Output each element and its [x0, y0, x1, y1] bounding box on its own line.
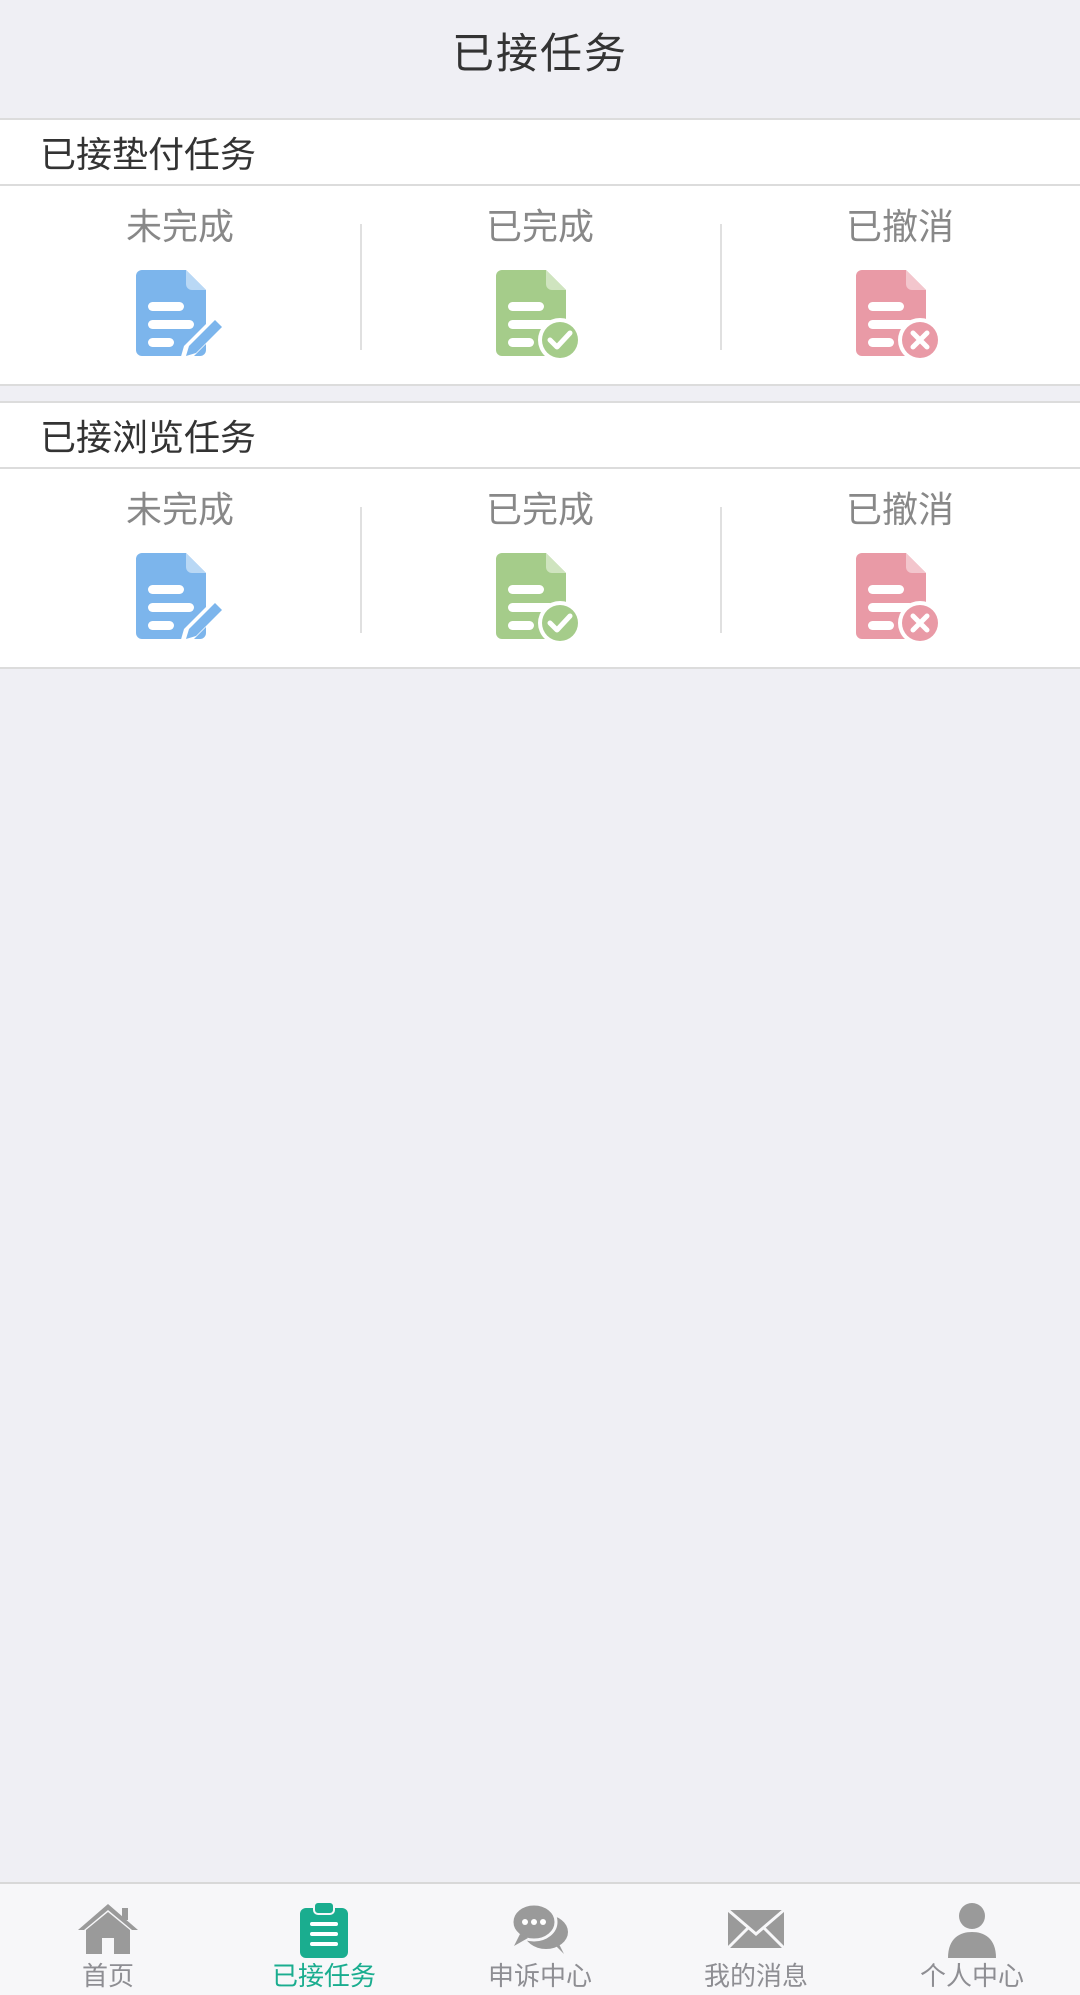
section-advance-tasks: 已接垫付任务 未完成 已完成 已撤消: [0, 118, 1080, 386]
tab-label: 我的消息: [703, 1962, 808, 1992]
tab-label: 首页: [81, 1962, 134, 1992]
status-label: 已撤消: [845, 207, 954, 248]
navigation-bar: 已接任务: [0, 0, 1080, 100]
bottom-tab-bar: 首页 已接任务 申诉中心 我的消息 个人中心: [0, 1882, 1080, 1995]
status-cell-incomplete[interactable]: 未完成: [0, 186, 360, 384]
status-cell-completed[interactable]: 已完成: [360, 186, 720, 384]
status-cell-cancelled[interactable]: 已撤消: [720, 186, 1080, 384]
tab-home[interactable]: 首页: [0, 1884, 216, 1995]
document-edit-icon: [136, 270, 224, 360]
status-label: 已完成: [485, 490, 594, 531]
document-check-icon: [496, 270, 582, 362]
tab-personal-center[interactable]: 个人中心: [864, 1884, 1080, 1995]
document-cancel-icon: [856, 553, 942, 645]
tab-label: 个人中心: [919, 1962, 1024, 1992]
document-check-icon: [496, 553, 582, 645]
mail-icon: [726, 1908, 786, 1950]
status-cell-completed[interactable]: 已完成: [360, 469, 720, 667]
tab-accepted-tasks[interactable]: 已接任务: [216, 1884, 432, 1995]
document-cancel-icon: [856, 270, 942, 362]
document-edit-icon: [136, 553, 224, 643]
status-label: 已完成: [485, 207, 594, 248]
tab-label: 已接任务: [271, 1962, 376, 1992]
status-grid: 未完成 已完成 已撤消: [0, 186, 1080, 384]
clipboard-icon: [300, 1901, 348, 1958]
user-icon: [948, 1903, 996, 1958]
section-browse-tasks: 已接浏览任务 未完成 已完成 已撤消: [0, 401, 1080, 669]
status-grid: 未完成 已完成 已撤消: [0, 469, 1080, 667]
status-label: 未完成: [125, 207, 234, 248]
status-label: 未完成: [125, 490, 234, 531]
home-icon: [78, 1904, 138, 1954]
section-title: 已接浏览任务: [0, 403, 1080, 469]
tab-label: 申诉中心: [487, 1962, 592, 1992]
page-title: 已接任务: [451, 28, 628, 78]
section-title: 已接垫付任务: [0, 120, 1080, 186]
tab-appeal-center[interactable]: 申诉中心: [432, 1884, 648, 1995]
tab-my-messages[interactable]: 我的消息: [648, 1884, 864, 1995]
chat-icon: [510, 1902, 568, 1954]
status-cell-cancelled[interactable]: 已撤消: [720, 469, 1080, 667]
status-cell-incomplete[interactable]: 未完成: [0, 469, 360, 667]
status-label: 已撤消: [845, 490, 954, 531]
